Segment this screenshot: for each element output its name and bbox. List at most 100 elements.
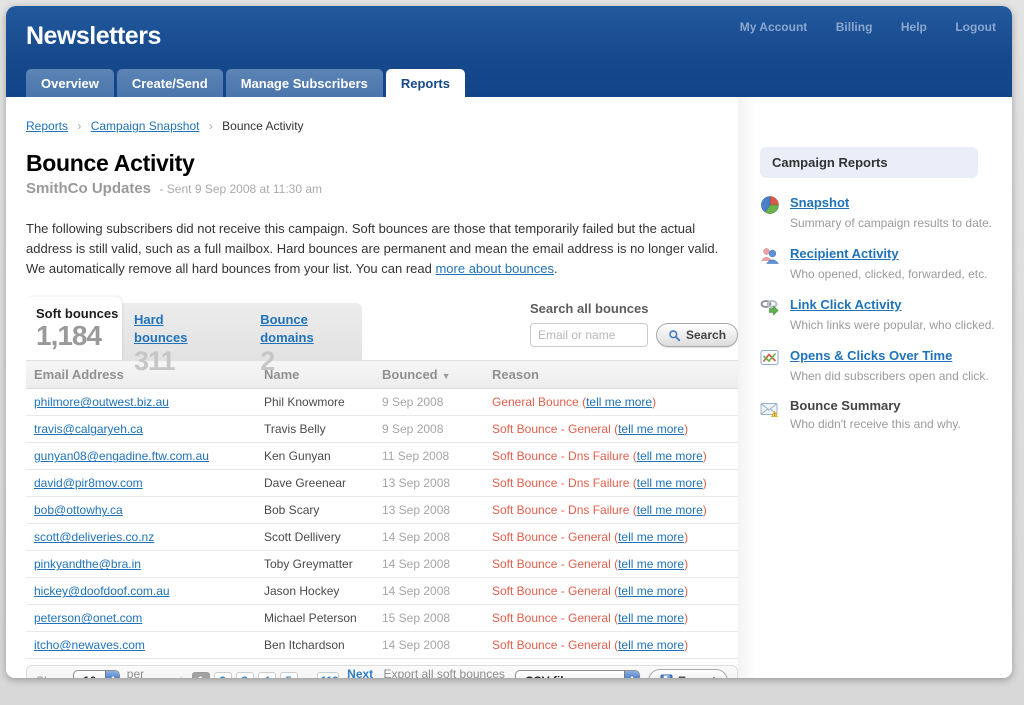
search-button-label: Search — [686, 328, 726, 342]
hard-bounces-stat: Hard bounces 311 — [134, 311, 218, 360]
bounce-domains-count: 2 — [260, 347, 362, 375]
page-button-4[interactable]: 4 — [258, 672, 276, 678]
subscriber-name: Ben Itchardson — [256, 632, 374, 659]
intro-paragraph: The following subscribers did not receiv… — [26, 219, 738, 279]
email-link[interactable]: hickey@doofdoof.com.au — [34, 584, 170, 598]
link-click-activity-desc: Which links were popular, who clicked. — [790, 318, 995, 332]
stepper-icon — [105, 671, 118, 678]
bounce-date: 14 Sep 2008 — [374, 578, 484, 605]
search-block: Search all bounces Search — [530, 301, 734, 347]
tell-me-more-link[interactable]: tell me more — [637, 503, 703, 517]
page-button-2[interactable]: 2 — [214, 672, 232, 678]
search-button[interactable]: Search — [656, 323, 738, 347]
help-link[interactable]: Help — [901, 20, 927, 34]
bounce-date: 9 Sep 2008 — [374, 389, 484, 416]
bounce-domains-link[interactable]: Bounce domains — [260, 312, 313, 345]
envelope-warning-icon — [760, 399, 780, 419]
save-disk-icon — [660, 674, 673, 678]
email-link[interactable]: travis@calgaryeh.ca — [34, 422, 143, 436]
bounce-domains-stat: Bounce domains 2 — [260, 311, 362, 360]
email-link[interactable]: scott@deliveries.co.nz — [34, 530, 154, 544]
breadcrumb: Reports › Campaign Snapshot › Bounce Act… — [26, 119, 738, 133]
people-icon — [760, 246, 780, 266]
export-label: Export all soft bounces as — [383, 667, 506, 678]
bounce-summary-desc: Who didn't receive this and why. — [790, 417, 961, 431]
recipient-activity-link[interactable]: Recipient Activity — [790, 246, 899, 261]
bounce-date: 11 Sep 2008 — [374, 443, 484, 470]
bounce-summary-title: Bounce Summary — [790, 398, 961, 413]
table-row: david@pir8mov.com Dave Greenear 13 Sep 2… — [26, 470, 738, 497]
bounce-date: 14 Sep 2008 — [374, 551, 484, 578]
more-about-bounces-link[interactable]: more about bounces — [435, 261, 554, 276]
export-button[interactable]: Export — [648, 669, 728, 678]
page-button-last[interactable]: 119 — [317, 672, 339, 678]
tell-me-more-link[interactable]: tell me more — [637, 449, 703, 463]
email-link[interactable]: gunyan08@engadine.ftw.com.au — [34, 449, 209, 463]
bounce-reason: Soft Bounce - General — [492, 611, 611, 625]
table-row: scott@deliveries.co.nz Scott Dellivery 1… — [26, 524, 738, 551]
breadcrumb-campaign-snapshot[interactable]: Campaign Snapshot — [91, 119, 200, 133]
tell-me-more-link[interactable]: tell me more — [618, 530, 684, 544]
snapshot-desc: Summary of campaign results to date. — [790, 216, 992, 230]
tab-manage-subscribers[interactable]: Manage Subscribers — [226, 69, 383, 97]
billing-link[interactable]: Billing — [836, 20, 873, 34]
subscriber-name: Toby Greymatter — [256, 551, 374, 578]
tell-me-more-link[interactable]: tell me more — [618, 584, 684, 598]
tell-me-more-link[interactable]: tell me more — [618, 422, 684, 436]
bounce-reason: Soft Bounce - General — [492, 422, 611, 436]
link-click-activity-link[interactable]: Link Click Activity — [790, 297, 902, 312]
breadcrumb-separator: › — [77, 119, 81, 133]
sort-desc-icon: ▼ — [442, 371, 451, 381]
tab-reports[interactable]: Reports — [386, 69, 465, 97]
email-link[interactable]: philmore@outwest.biz.au — [34, 395, 169, 409]
tab-overview[interactable]: Overview — [26, 69, 114, 97]
tell-me-more-link[interactable]: tell me more — [618, 611, 684, 625]
tell-me-more-link[interactable]: tell me more — [618, 638, 684, 652]
tab-create-send[interactable]: Create/Send — [117, 69, 223, 97]
snapshot-link[interactable]: Snapshot — [790, 195, 849, 210]
opens-clicks-over-time-link[interactable]: Opens & Clicks Over Time — [790, 348, 952, 363]
stepper-icon — [624, 671, 639, 678]
magnifier-icon — [668, 329, 681, 342]
breadcrumb-reports[interactable]: Reports — [26, 119, 68, 133]
email-link[interactable]: bob@ottowhy.ca — [34, 503, 123, 517]
bounce-reason: General Bounce — [492, 395, 579, 409]
logout-link[interactable]: Logout — [955, 20, 996, 34]
search-input[interactable] — [530, 323, 648, 347]
subscriber-name: Jason Hockey — [256, 578, 374, 605]
bounce-date: 15 Sep 2008 — [374, 605, 484, 632]
table-row: itcho@newaves.com Ben Itchardson 14 Sep … — [26, 632, 738, 659]
per-page-select[interactable]: 10 — [73, 670, 120, 678]
page-title: Bounce Activity — [26, 150, 738, 177]
page-button-5[interactable]: 5 — [280, 672, 298, 678]
page-button-1[interactable]: 1 — [192, 672, 210, 678]
tell-me-more-link[interactable]: tell me more — [586, 395, 652, 409]
export-format-select[interactable]: CSV file — [515, 670, 640, 678]
next-page-link[interactable]: Next » — [347, 667, 376, 678]
hard-bounces-link[interactable]: Hard bounces — [134, 312, 187, 345]
email-link[interactable]: itcho@newaves.com — [34, 638, 145, 652]
header-bounced[interactable]: Bounced▼ — [374, 361, 484, 389]
email-link[interactable]: pinkyandthe@bra.in — [34, 557, 141, 571]
sent-info: - Sent 9 Sep 2008 at 11:30 am — [159, 182, 322, 196]
tell-me-more-link[interactable]: tell me more — [618, 557, 684, 571]
tell-me-more-link[interactable]: tell me more — [637, 476, 703, 490]
email-link[interactable]: david@pir8mov.com — [34, 476, 143, 490]
table-row: bob@ottowhy.ca Bob Scary 13 Sep 2008 Sof… — [26, 497, 738, 524]
link-icon — [760, 297, 780, 317]
page-button-3[interactable]: 3 — [236, 672, 254, 678]
app-header: Newsletters My Account Billing Help Logo… — [6, 6, 1012, 97]
subscriber-name: Michael Peterson — [256, 605, 374, 632]
bounce-date: 9 Sep 2008 — [374, 416, 484, 443]
main-column: Reports › Campaign Snapshot › Bounce Act… — [6, 97, 738, 678]
sidebar: Campaign Reports Snapshot Summary of cam… — [738, 97, 1012, 678]
header-reason[interactable]: Reason — [484, 361, 738, 389]
table-row: pinkyandthe@bra.in Toby Greymatter 14 Se… — [26, 551, 738, 578]
line-chart-icon — [760, 348, 780, 368]
intro-text-end: . — [554, 261, 558, 276]
my-account-link[interactable]: My Account — [740, 20, 808, 34]
export-group: Export all soft bounces as CSV file Expo… — [383, 667, 728, 678]
soft-bounces-stat-active-tab[interactable]: Soft bounces 1,184 — [26, 297, 122, 360]
opens-clicks-over-time-desc: When did subscribers open and click. — [790, 369, 989, 383]
email-link[interactable]: peterson@onet.com — [34, 611, 142, 625]
